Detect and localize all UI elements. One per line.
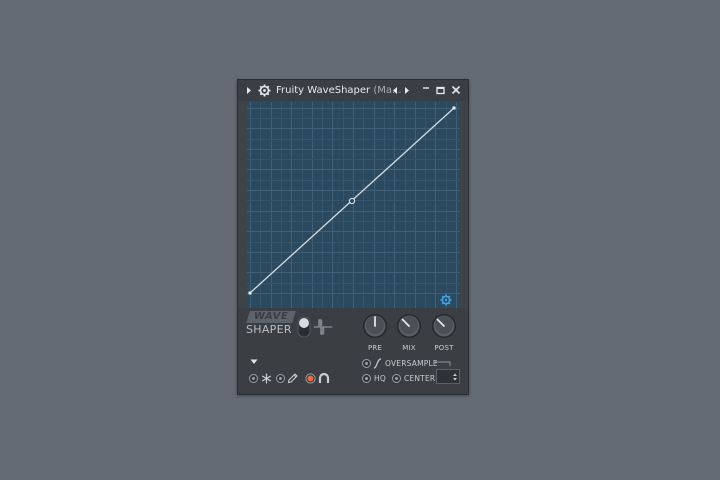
pre-knob-label: PRE xyxy=(367,344,383,352)
curve-endpoint-top[interactable] xyxy=(452,106,456,110)
play-arrow-icon[interactable] xyxy=(246,86,252,95)
bipolar-mode-icon[interactable] xyxy=(313,316,333,338)
titlebar[interactable]: Fruity WaveShaper (Ma... xyxy=(238,80,468,101)
center-label: CENTER xyxy=(404,374,436,383)
post-knob[interactable] xyxy=(431,313,457,339)
tool-radio-1[interactable] xyxy=(249,374,258,383)
next-arrow-icon[interactable] xyxy=(404,86,410,95)
oversample-label: OVERSAMPLE xyxy=(385,359,438,368)
hq-label: HQ xyxy=(374,374,386,383)
record-icon[interactable] xyxy=(305,373,316,384)
oversample-select[interactable] xyxy=(436,369,460,384)
oversample-curve-icon xyxy=(373,358,382,369)
pre-knob[interactable] xyxy=(362,313,388,339)
tool-radio-2[interactable] xyxy=(276,374,285,383)
logo-wave: WAVE xyxy=(246,311,296,323)
minimize-icon[interactable] xyxy=(422,86,430,95)
preset-menu-arrow-icon[interactable] xyxy=(250,359,258,365)
pencil-icon[interactable] xyxy=(287,372,299,384)
mode-toggle-switch[interactable] xyxy=(297,316,311,338)
curve-endpoint-bottom[interactable] xyxy=(248,291,252,295)
window-title-name: Fruity WaveShaper xyxy=(276,85,371,96)
center-radio[interactable] xyxy=(392,374,401,383)
magnet-icon[interactable] xyxy=(318,372,330,384)
plugin-window: Fruity WaveShaper (Ma... WAVE SHAPER PRE… xyxy=(237,79,469,395)
close-icon[interactable] xyxy=(451,85,461,95)
curve-midpoint-handle[interactable] xyxy=(348,197,356,205)
gear-icon[interactable] xyxy=(258,84,271,97)
hq-radio[interactable] xyxy=(362,374,371,383)
mix-knob[interactable] xyxy=(396,313,422,339)
prev-arrow-icon[interactable] xyxy=(392,86,398,95)
snowflake-icon[interactable] xyxy=(261,373,272,384)
oversample-level-indicator xyxy=(435,361,451,366)
logo-shaper: SHAPER xyxy=(246,323,292,336)
select-updown-icon xyxy=(453,373,457,381)
mix-knob-label: MIX xyxy=(402,344,416,352)
shaper-graph-canvas[interactable] xyxy=(247,102,460,308)
shaper-graph[interactable] xyxy=(247,102,460,308)
post-knob-label: POST xyxy=(434,344,454,352)
maximize-icon[interactable] xyxy=(436,86,445,95)
logo-wave-text: WAVE xyxy=(253,311,289,322)
control-panel: WAVE SHAPER PRE MIX POST OVERSAMPLE HQ C… xyxy=(238,308,468,394)
oversample-radio[interactable] xyxy=(362,359,371,368)
window-title: Fruity WaveShaper (Ma... xyxy=(276,84,402,97)
graph-settings-gear-icon[interactable] xyxy=(440,294,452,306)
